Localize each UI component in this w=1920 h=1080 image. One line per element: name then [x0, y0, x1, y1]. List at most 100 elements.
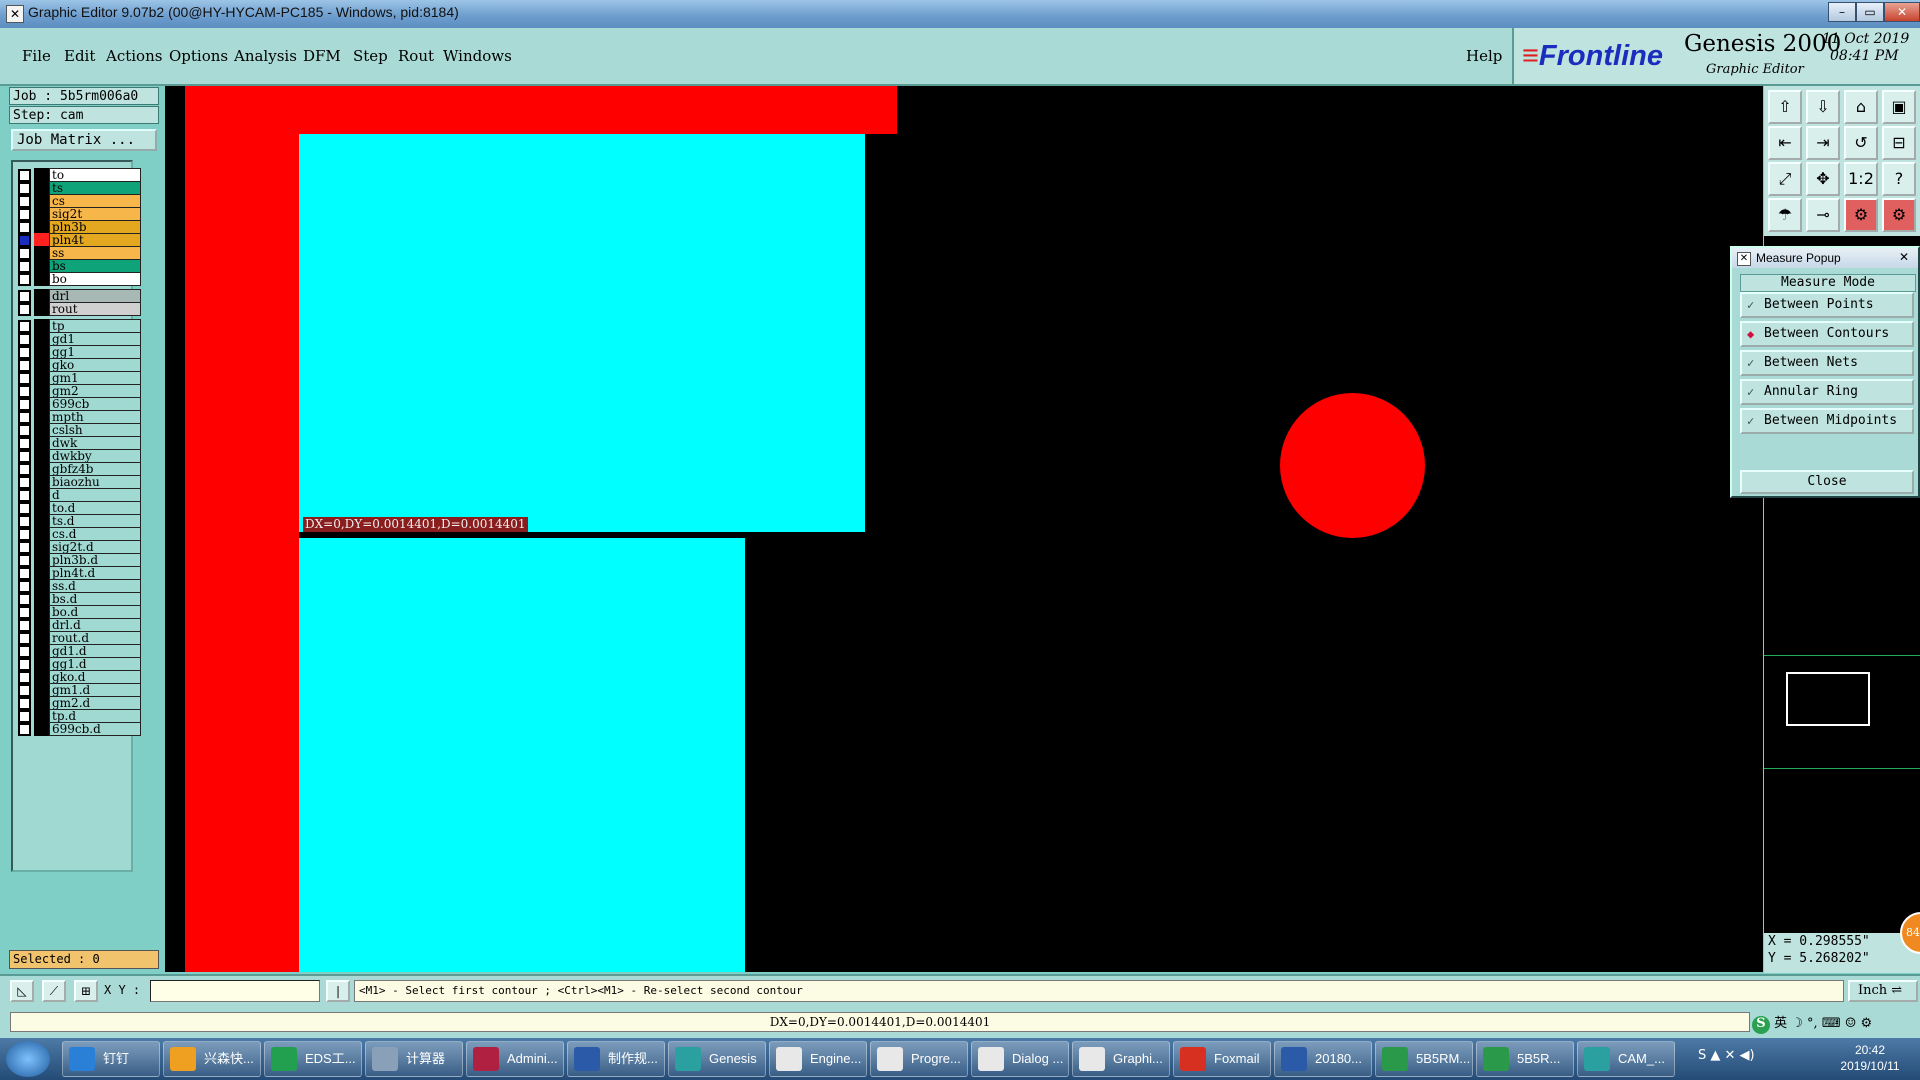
- taskbar-item[interactable]: Engine...: [769, 1041, 867, 1077]
- layer-row[interactable]: cs.d: [13, 527, 141, 541]
- minimize-button[interactable]: –: [1828, 2, 1856, 22]
- cursor-icon[interactable]: |: [326, 980, 350, 1002]
- layer-row[interactable]: dwkby: [13, 449, 141, 463]
- taskbar-clock[interactable]: 20:42 2019/10/11: [1822, 1042, 1918, 1074]
- layer-row[interactable]: gd1.d: [13, 644, 141, 658]
- layer-row[interactable]: gm1: [13, 371, 141, 385]
- layer-row[interactable]: to.d: [13, 501, 141, 515]
- layer-row[interactable]: cs: [13, 194, 141, 208]
- layer-name[interactable]: rout: [49, 302, 141, 316]
- layer-row[interactable]: gg1.d: [13, 657, 141, 671]
- window-icon[interactable]: ▣: [1882, 90, 1916, 124]
- option-annular-ring[interactable]: ✓ Annular Ring: [1740, 379, 1914, 405]
- layer-name[interactable]: tp.d: [49, 709, 141, 723]
- layer-name[interactable]: sig2t.d: [49, 540, 141, 554]
- taskbar-item[interactable]: CAM_...: [1577, 1041, 1675, 1077]
- layer-row[interactable]: cslsh: [13, 423, 141, 437]
- fit-icon[interactable]: ⤢: [1768, 162, 1802, 196]
- layer-name[interactable]: drl.d: [49, 618, 141, 632]
- probe-icon[interactable]: ⊸: [1806, 198, 1840, 232]
- taskbar-item[interactable]: 兴森快...: [163, 1041, 261, 1077]
- option-between-contours[interactable]: ◆ Between Contours: [1740, 321, 1914, 347]
- move-icon[interactable]: ✥: [1806, 162, 1840, 196]
- layer-name[interactable]: 699cb.d: [49, 722, 141, 736]
- layer-name[interactable]: bo.d: [49, 605, 141, 619]
- layer-name[interactable]: biaozhu: [49, 475, 141, 489]
- layer-checkbox[interactable]: [18, 723, 31, 736]
- layer-row[interactable]: gm2: [13, 384, 141, 398]
- layer-name[interactable]: ss.d: [49, 579, 141, 593]
- layer-row[interactable]: bo: [13, 272, 141, 286]
- start-button[interactable]: [6, 1041, 50, 1077]
- layer-name[interactable]: sig2t: [49, 207, 141, 221]
- layer-name[interactable]: gg1: [49, 345, 141, 359]
- layer-row[interactable]: 699cb: [13, 397, 141, 411]
- layer-row[interactable]: ts.d: [13, 514, 141, 528]
- layer-row[interactable]: tp: [13, 319, 141, 333]
- menu-help[interactable]: Help: [1466, 47, 1502, 65]
- layer-row[interactable]: drl: [13, 289, 141, 303]
- frame-icon[interactable]: ⊟: [1882, 126, 1916, 160]
- layer-name[interactable]: pln3b: [49, 220, 141, 234]
- layer-name[interactable]: tp: [49, 319, 141, 333]
- layer-row[interactable]: gm2.d: [13, 696, 141, 710]
- layer-row[interactable]: gko: [13, 358, 141, 372]
- layer-row[interactable]: gd1: [13, 332, 141, 346]
- help-icon[interactable]: ?: [1882, 162, 1916, 196]
- close-window-button[interactable]: ✕: [1884, 2, 1920, 22]
- zoom-in-icon[interactable]: ⇧: [1768, 90, 1802, 124]
- option-between-midpoints[interactable]: ✓ Between Midpoints: [1740, 408, 1914, 434]
- menu-edit[interactable]: Edit: [64, 47, 95, 65]
- layer-row[interactable]: sig2t.d: [13, 540, 141, 554]
- taskbar-item[interactable]: 钉钉: [62, 1041, 160, 1077]
- layer-name[interactable]: gm2.d: [49, 696, 141, 710]
- option-between-points[interactable]: ✓ Between Points: [1740, 292, 1914, 318]
- layer-row[interactable]: ss.d: [13, 579, 141, 593]
- taskbar-item[interactable]: Genesis: [668, 1041, 766, 1077]
- popup-close-icon[interactable]: ✕: [1896, 250, 1912, 264]
- layer-row[interactable]: sig2t: [13, 207, 141, 221]
- layer-row[interactable]: tp.d: [13, 709, 141, 723]
- layer-name[interactable]: gbfz4b: [49, 462, 141, 476]
- taskbar-item[interactable]: 5B5RM...: [1375, 1041, 1473, 1077]
- layer-row[interactable]: drl.d: [13, 618, 141, 632]
- layer-name[interactable]: cs: [49, 194, 141, 208]
- layer-name[interactable]: gm2: [49, 384, 141, 398]
- layer-name[interactable]: bo: [49, 272, 141, 286]
- layer-name[interactable]: gd1: [49, 332, 141, 346]
- layer-checkbox[interactable]: [18, 303, 31, 316]
- layer-name[interactable]: 699cb: [49, 397, 141, 411]
- layer-name[interactable]: ss: [49, 246, 141, 260]
- menu-windows[interactable]: Windows: [443, 47, 512, 65]
- layer-row[interactable]: rout: [13, 302, 141, 316]
- layer-name[interactable]: ts.d: [49, 514, 141, 528]
- taskbar-item[interactable]: 20180...: [1274, 1041, 1372, 1077]
- route-icon[interactable]: ⚙: [1882, 198, 1916, 232]
- taskbar-item[interactable]: Foxmail: [1173, 1041, 1271, 1077]
- taskbar-item[interactable]: 制作规...: [567, 1041, 665, 1077]
- layer-checkbox[interactable]: [18, 273, 31, 286]
- menu-dfm[interactable]: DFM: [303, 47, 341, 65]
- layer-name[interactable]: to.d: [49, 501, 141, 515]
- layer-name[interactable]: cslsh: [49, 423, 141, 437]
- unit-selector[interactable]: Inch ⇌: [1848, 980, 1918, 1002]
- layer-row[interactable]: rout.d: [13, 631, 141, 645]
- layer-row[interactable]: gbfz4b: [13, 462, 141, 476]
- layer-name[interactable]: bs.d: [49, 592, 141, 606]
- taskbar-item[interactable]: 计算器: [365, 1041, 463, 1077]
- layer-icon[interactable]: ☂: [1768, 198, 1802, 232]
- layer-name[interactable]: to: [49, 168, 141, 182]
- taskbar-item[interactable]: Graphi...: [1072, 1041, 1170, 1077]
- layer-name[interactable]: bs: [49, 259, 141, 273]
- maximize-button[interactable]: ▭: [1856, 2, 1884, 22]
- layer-row[interactable]: bs.d: [13, 592, 141, 606]
- menu-actions[interactable]: Actions: [106, 47, 162, 65]
- undo-icon[interactable]: ↺: [1844, 126, 1878, 160]
- menu-file[interactable]: File: [22, 47, 51, 65]
- menu-step[interactable]: Step: [353, 47, 388, 65]
- layer-row[interactable]: 699cb.d: [13, 722, 141, 736]
- menu-options[interactable]: Options: [169, 47, 228, 65]
- layer-row[interactable]: gm1.d: [13, 683, 141, 697]
- layer-row[interactable]: bs: [13, 259, 141, 273]
- graphic-canvas[interactable]: DX=0,DY=0.0014401,D=0.0014401: [165, 86, 1763, 972]
